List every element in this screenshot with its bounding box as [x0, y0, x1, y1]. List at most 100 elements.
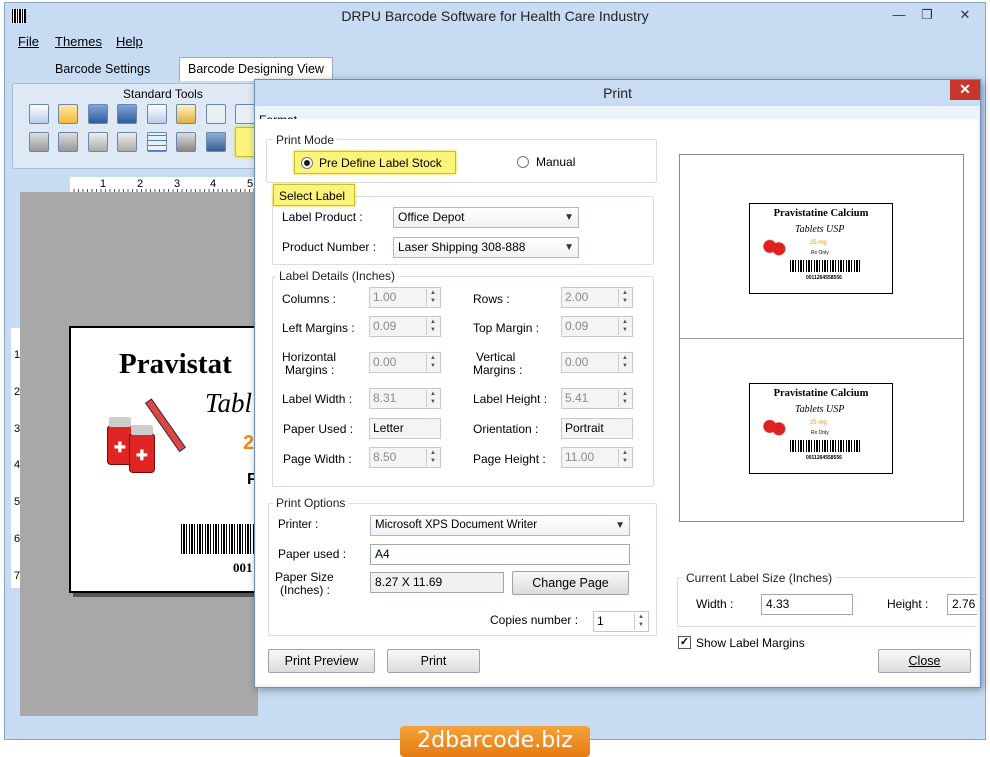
menu-themes[interactable]: Themes [55, 34, 102, 49]
label-product-value: Office Depot [398, 210, 465, 224]
tab-barcode-settings[interactable]: Barcode Settings [47, 58, 158, 80]
v-margins-label-1: Vertical [476, 350, 516, 364]
printer-select[interactable]: Microsoft XPS Document Writer ▼ [370, 515, 630, 536]
print-button[interactable]: Print [387, 649, 480, 673]
label-dose-text[interactable]: 2 [243, 432, 254, 455]
page-width-spinner[interactable]: 8.50 ▲ ▼ [369, 447, 441, 468]
rows-spinner[interactable]: 2.00 ▲ ▼ [561, 287, 633, 308]
ruler-top-label: 2 [137, 178, 144, 190]
copy-icon[interactable] [147, 104, 167, 124]
spinner-arrows-icon[interactable]: ▲ ▼ [426, 318, 439, 335]
paper-used-label: Paper Used : [283, 422, 354, 436]
paper-used-opt-label: Paper used : [278, 547, 347, 561]
manual-radio[interactable] [517, 156, 529, 168]
open-icon[interactable] [58, 104, 78, 124]
new-icon[interactable] [29, 104, 49, 124]
spinner-arrows-icon[interactable]: ▲ ▼ [618, 289, 631, 306]
product-number-label: Product Number : [282, 240, 377, 254]
current-width-field[interactable]: 4.33 [761, 594, 853, 615]
page-height-label: Page Height : [473, 452, 546, 466]
cut-icon[interactable] [206, 104, 226, 124]
copies-spinner[interactable]: 1 ▲ ▼ [593, 611, 649, 632]
v-margins-spinner[interactable]: 0.00 ▲ ▼ [561, 352, 633, 373]
predefine-option[interactable]: Pre Define Label Stock [294, 151, 456, 174]
predefine-radio[interactable] [301, 157, 313, 169]
menu-help[interactable]: Help [116, 34, 143, 49]
page-height-spinner[interactable]: 11.00 ▲ ▼ [561, 447, 633, 468]
current-height-field[interactable]: 2.76 [947, 594, 977, 615]
preview-label: Pravistatine Calcium Tablets USP 25 mg R… [749, 383, 893, 474]
preview-line2: Tablets USP [795, 404, 845, 415]
preview-name: Pravistatine Calcium [773, 388, 869, 399]
barcode-number-text[interactable]: 001 [233, 560, 253, 576]
delete-icon[interactable] [235, 104, 255, 124]
label-design[interactable]: Pravistat Tabl 2 F ✚ ✚ 001 [69, 326, 269, 593]
product-number-select[interactable]: Laser Shipping 308-888 ▼ [393, 237, 579, 258]
dialog-close-button[interactable]: ✕ [950, 80, 980, 100]
paste-icon[interactable] [176, 104, 196, 124]
spinner-arrows-icon[interactable]: ▲ ▼ [618, 449, 631, 466]
label-title-text[interactable]: Pravistat [119, 348, 232, 381]
predefine-label[interactable]: Pre Define Label Stock [319, 156, 442, 170]
label-height-spinner[interactable]: 5.41 ▲ ▼ [561, 388, 633, 409]
top-margin-spinner[interactable]: 0.09 ▲ ▼ [561, 316, 633, 337]
spinner-arrows-icon[interactable]: ▲ ▼ [426, 390, 439, 407]
h-margins-spinner[interactable]: 0.00 ▲ ▼ [369, 352, 441, 373]
save-as-icon[interactable] [117, 104, 137, 124]
print-options-title: Print Options [273, 496, 349, 510]
minimize-button[interactable]: — [885, 5, 913, 25]
manual-label[interactable]: Manual [536, 155, 575, 169]
medicine-bottles-icon [762, 412, 788, 436]
label-width-spinner[interactable]: 8.31 ▲ ▼ [369, 388, 441, 409]
spinner-arrows-icon[interactable]: ▲ ▼ [426, 354, 439, 371]
ruler-top-label: 5 [247, 178, 254, 190]
show-margins-label[interactable]: Show Label Margins [696, 636, 805, 650]
current-width-label: Width : [696, 597, 734, 611]
label-product-select[interactable]: Office Depot ▼ [393, 207, 579, 228]
preview-barcode-text: 0011264558556 [806, 275, 842, 281]
show-margins-checkbox[interactable]: ✓ [678, 636, 691, 649]
window-title: DRPU Barcode Software for Health Care In… [341, 8, 649, 24]
maximize-button[interactable]: ❐ [913, 5, 941, 25]
spinner-arrows-icon[interactable]: ▲ ▼ [634, 613, 647, 630]
print-preview-button[interactable]: Print Preview [268, 649, 375, 673]
orientation-label: Orientation : [473, 422, 539, 436]
spinner-arrows-icon[interactable]: ▲ ▼ [618, 390, 631, 407]
rows-label: Rows : [473, 292, 510, 306]
spinner-arrows-icon[interactable]: ▲ ▼ [618, 318, 631, 335]
send-back-icon[interactable] [29, 132, 49, 152]
change-page-button[interactable]: Change Page [512, 571, 629, 595]
tab-barcode-designing-view[interactable]: Barcode Designing View [179, 57, 333, 81]
orientation-field: Portrait [561, 418, 633, 439]
preview-dose: 25 mg [810, 420, 827, 426]
left-margins-spinner[interactable]: 0.09 ▲ ▼ [369, 316, 441, 337]
paper-used-input[interactable]: A4 [370, 544, 630, 565]
grid-icon[interactable] [147, 132, 167, 152]
print-preview-icon[interactable] [206, 132, 226, 152]
paper-size-label-1: Paper Size [275, 570, 334, 584]
bring-front-icon[interactable] [58, 132, 78, 152]
spinner-arrows-icon[interactable]: ▲ ▼ [426, 289, 439, 306]
rows-value: 2.00 [565, 290, 589, 304]
product-number-value: Laser Shipping 308-888 [398, 240, 526, 254]
v-margins-label-2: Margins : [473, 363, 523, 377]
lock-icon[interactable] [88, 132, 108, 152]
preview-barcode [790, 260, 860, 272]
spinner-arrows-icon[interactable]: ▲ ▼ [426, 449, 439, 466]
unlock-icon[interactable] [117, 132, 137, 152]
columns-spinner[interactable]: 1.00 ▲ ▼ [369, 287, 441, 308]
columns-value: 1.00 [373, 290, 397, 304]
menu-file[interactable]: File [18, 34, 39, 49]
medicine-bottles-icon [762, 232, 788, 256]
label-subtitle-text[interactable]: Tabl [205, 388, 252, 419]
database-icon[interactable] [176, 132, 196, 152]
ruler-top-label: 4 [210, 178, 217, 190]
preview-barcode [790, 440, 860, 452]
page-height-value: 11.00 [565, 450, 595, 464]
close-button[interactable]: Close [878, 649, 971, 673]
paper-size-field: 8.27 X 11.69 [370, 572, 504, 593]
save-icon[interactable] [88, 104, 108, 124]
spinner-arrows-icon[interactable]: ▲ ▼ [618, 354, 631, 371]
ruler-top-label: 3 [174, 178, 181, 190]
window-close-button[interactable]: ✕ [951, 5, 979, 25]
